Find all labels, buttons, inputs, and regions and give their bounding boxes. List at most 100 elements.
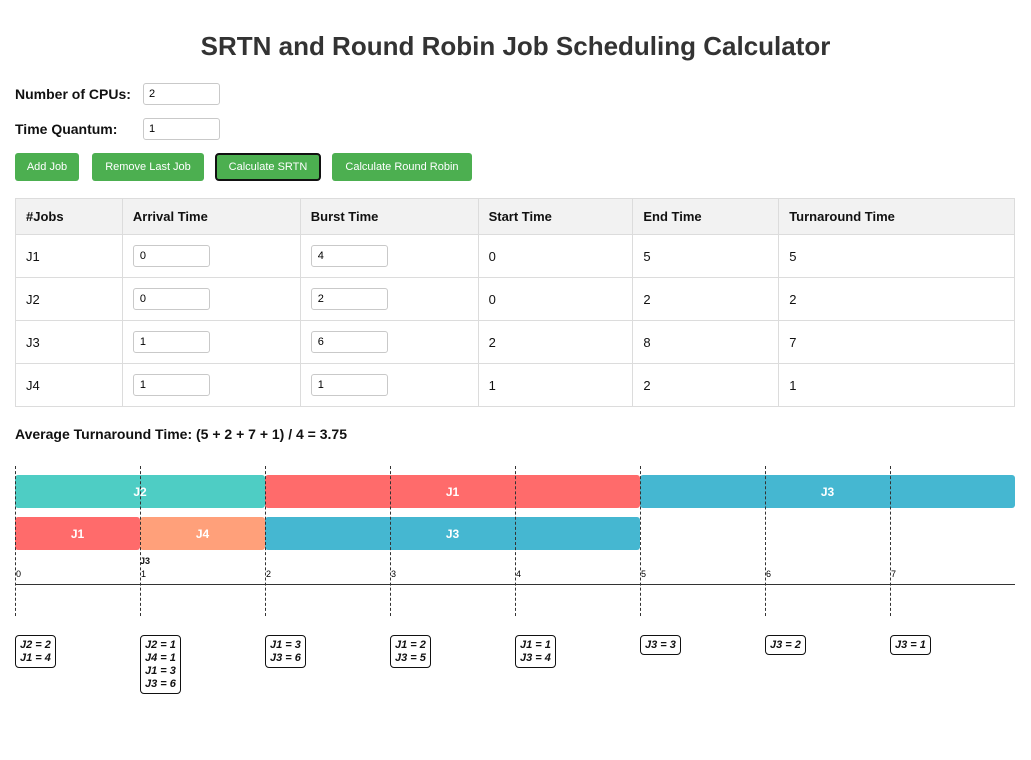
start-cell: 2: [477, 320, 634, 364]
arrival-marker-label: J3: [140, 556, 151, 566]
time-tick-label: 5: [641, 569, 647, 579]
table-row: J3 2 8 7: [15, 320, 1015, 364]
time-tick-label: 0: [16, 569, 22, 579]
burst-input[interactable]: [310, 245, 388, 267]
time-tick-label: 7: [891, 569, 897, 579]
ready-queue-entry: J3 = 3: [645, 639, 676, 651]
time-gridline: [640, 466, 641, 616]
burst-cell: [299, 277, 479, 321]
time-gridline: [515, 466, 516, 616]
job-cell: J4: [15, 363, 123, 407]
gantt-bar-j2: J2: [15, 475, 265, 508]
gantt-bar-j3: J3: [265, 517, 640, 550]
ready-queue-entry: J2 = 1: [145, 639, 176, 651]
calculate-round-robin-button[interactable]: Calculate Round Robin: [332, 153, 472, 181]
table-row: J4 1 2 1: [15, 363, 1015, 407]
end-cell: 2: [632, 363, 780, 407]
burst-input[interactable]: [310, 288, 388, 310]
ready-queue-entry: J3 = 1: [895, 639, 926, 651]
col-header-burst: Burst Time: [299, 198, 479, 235]
ready-queue-entry: J1 = 4: [20, 652, 51, 664]
ready-queue-box: J1 = 2 J3 = 5: [390, 635, 431, 668]
job-cell: J1: [15, 234, 123, 278]
gantt-axis: [15, 584, 1015, 585]
ready-queue-entry: J3 = 6: [145, 678, 176, 690]
col-header-start: Start Time: [477, 198, 634, 235]
col-header-turnaround: Turnaround Time: [778, 198, 1015, 235]
time-gridline: [265, 466, 266, 616]
ready-queue-entry: J3 = 4: [520, 652, 551, 664]
time-tick-label: 3: [391, 569, 397, 579]
time-gridline: [765, 466, 766, 616]
gantt-bar-j4: J4: [140, 517, 265, 550]
arrival-input[interactable]: [132, 245, 210, 267]
table-header-row: #Jobs Arrival Time Burst Time Start Time…: [15, 198, 1015, 235]
cpus-input[interactable]: [143, 83, 220, 105]
col-header-end: End Time: [632, 198, 780, 235]
ready-queue-box: J1 = 3 J3 = 6: [265, 635, 306, 668]
arrival-cell: [121, 234, 301, 278]
col-header-arrival: Arrival Time: [121, 198, 301, 235]
average-turnaround: Average Turnaround Time: (5 + 2 + 7 + 1)…: [15, 426, 347, 442]
quantum-input[interactable]: [143, 118, 220, 140]
remove-last-job-button[interactable]: Remove Last Job: [92, 153, 204, 181]
arrival-cell: [121, 277, 301, 321]
end-cell: 2: [632, 277, 780, 321]
gantt-bar-j1: J1: [15, 517, 140, 550]
ready-queue-box: J3 = 3: [640, 635, 681, 655]
jobs-table: #Jobs Arrival Time Burst Time Start Time…: [15, 198, 1015, 407]
arrival-cell: [121, 320, 301, 364]
arrival-input[interactable]: [132, 288, 210, 310]
ready-queue-entry: J3 = 6: [270, 652, 301, 664]
page-title: SRTN and Round Robin Job Scheduling Calc…: [200, 31, 831, 61]
table-row: J2 0 2 2: [15, 277, 1015, 321]
time-gridline: [890, 466, 891, 616]
ready-queue-entry: J2 = 2: [20, 639, 51, 651]
time-tick-label: 6: [766, 569, 772, 579]
start-cell: 0: [477, 277, 634, 321]
ready-queue-entry: J1 = 3: [270, 639, 301, 651]
turnaround-cell: 1: [778, 363, 1015, 407]
ready-queue-box: J3 = 2: [765, 635, 806, 655]
quantum-label: Time Quantum:: [15, 121, 118, 137]
ready-queue-entry: J1 = 2: [395, 639, 426, 651]
ready-queue-entry: J1 = 3: [145, 665, 176, 677]
arrival-cell: [121, 363, 301, 407]
gantt-bar-j3: J3: [640, 475, 1015, 508]
time-tick-label: 4: [516, 569, 522, 579]
burst-input[interactable]: [310, 331, 388, 353]
burst-cell: [299, 234, 479, 278]
ready-queue-box: J3 = 1: [890, 635, 931, 655]
cpus-label: Number of CPUs:: [15, 86, 131, 102]
turnaround-cell: 7: [778, 320, 1015, 364]
arrival-input[interactable]: [132, 331, 210, 353]
time-gridline: [390, 466, 391, 616]
job-cell: J3: [15, 320, 123, 364]
job-cell: J2: [15, 277, 123, 321]
add-job-button[interactable]: Add Job: [15, 153, 79, 181]
ready-queue-box: J1 = 1 J3 = 4: [515, 635, 556, 668]
start-cell: 1: [477, 363, 634, 407]
burst-cell: [299, 363, 479, 407]
turnaround-cell: 2: [778, 277, 1015, 321]
gantt-bar-j1: J1: [265, 475, 640, 508]
ready-queue-entry: J1 = 1: [520, 639, 551, 651]
turnaround-cell: 5: [778, 234, 1015, 278]
arrival-input[interactable]: [132, 374, 210, 396]
calculate-srtn-button[interactable]: Calculate SRTN: [215, 153, 321, 181]
table-row: J1 0 5 5: [15, 234, 1015, 278]
time-gridline: [15, 466, 16, 616]
ready-queue-box: J2 = 2 J1 = 4: [15, 635, 56, 668]
burst-cell: [299, 320, 479, 364]
time-tick-label: 1: [141, 569, 147, 579]
ready-queue-box: J2 = 1 J4 = 1 J1 = 3 J3 = 6: [140, 635, 181, 694]
ready-queue-entry: J3 = 2: [770, 639, 801, 651]
ready-queue-entry: J4 = 1: [145, 652, 176, 664]
end-cell: 5: [632, 234, 780, 278]
burst-input[interactable]: [310, 374, 388, 396]
time-gridline: [140, 466, 141, 616]
end-cell: 8: [632, 320, 780, 364]
ready-queue-entry: J3 = 5: [395, 652, 426, 664]
start-cell: 0: [477, 234, 634, 278]
col-header-jobs: #Jobs: [15, 198, 123, 235]
